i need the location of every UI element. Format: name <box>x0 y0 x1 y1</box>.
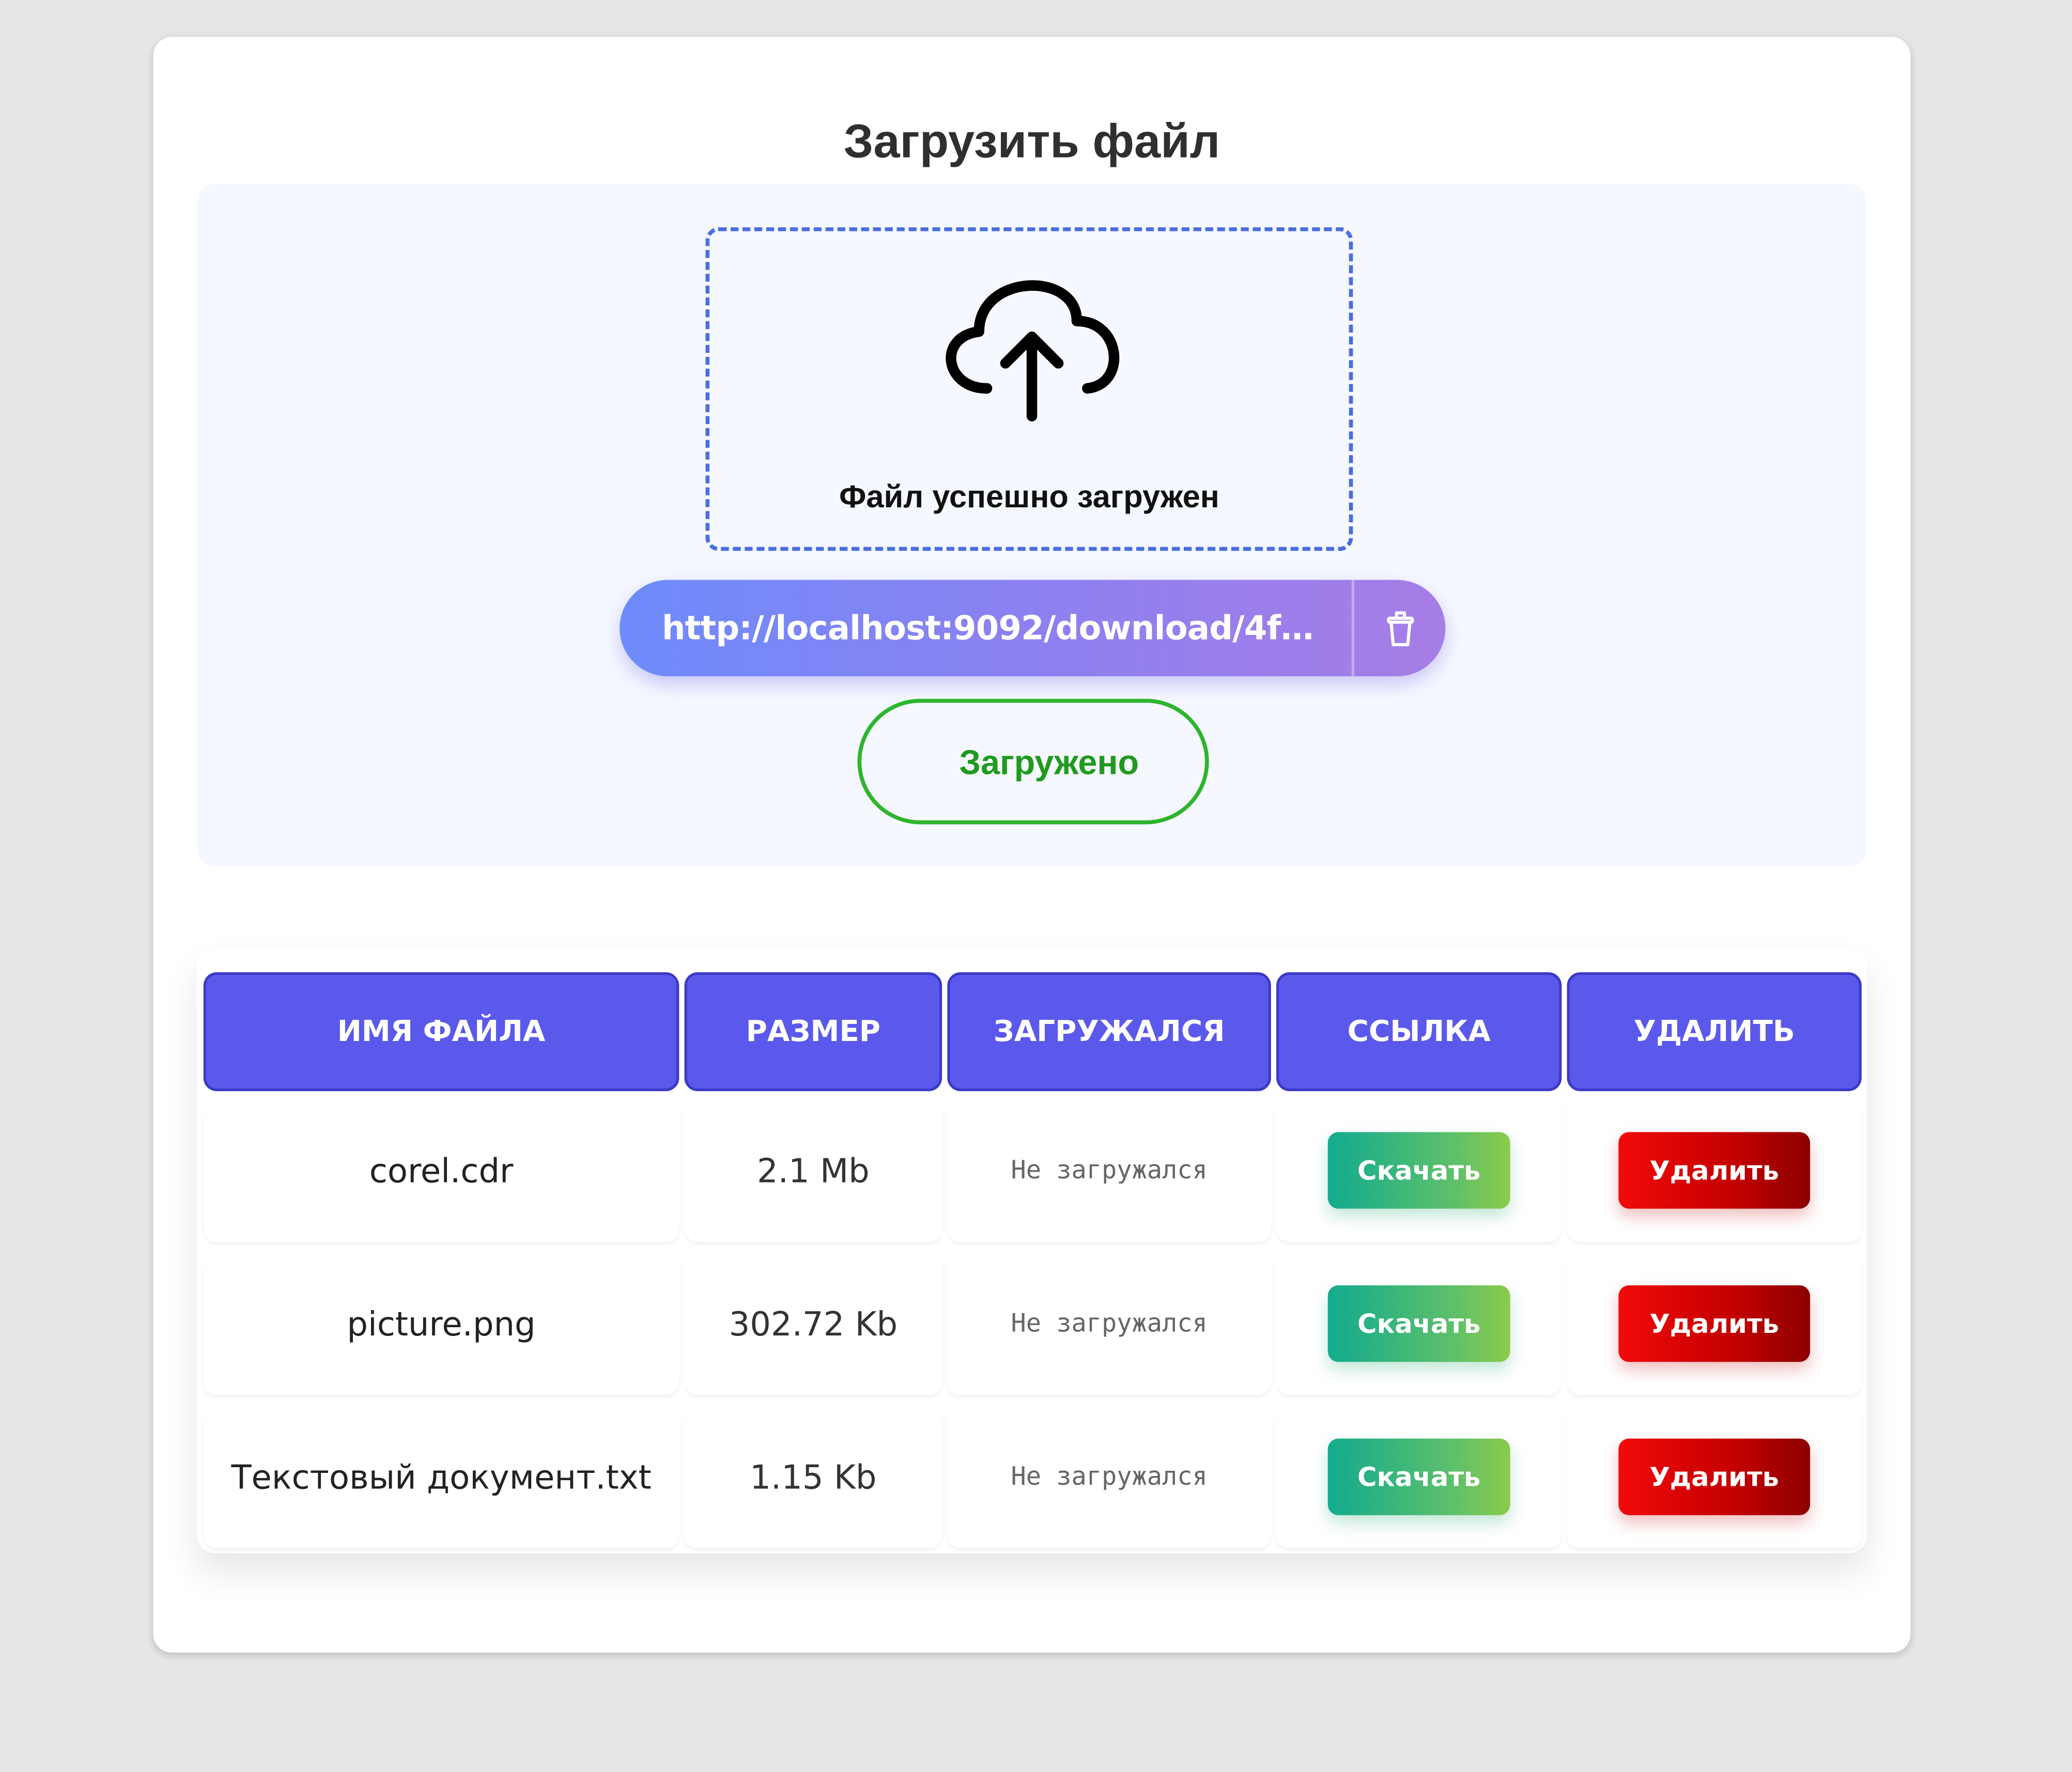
files-table: Имя файла Размер Загружался Ссылка Удали… <box>196 948 1867 1554</box>
file-name: picture.png <box>347 1304 536 1343</box>
header-file-name: Имя файла <box>203 972 679 1092</box>
table-cell-link: Скачать <box>1276 1099 1561 1241</box>
table-cell-delete: Удалить <box>1567 1252 1862 1395</box>
table-cell-delete: Удалить <box>1567 1099 1862 1241</box>
table-row: Текстовый документ.txt <box>204 1406 679 1548</box>
header-link: Ссылка <box>1276 972 1562 1092</box>
download-button[interactable]: Скачать <box>1327 1438 1510 1515</box>
table-cell-link: Скачать <box>1276 1252 1561 1395</box>
file-size: 302.72 Kb <box>729 1304 898 1343</box>
upload-card: Загрузить файл Файл успешно загружен htt… <box>153 37 1911 1653</box>
delete-button[interactable]: Удалить <box>1618 1438 1811 1515</box>
upload-status-text: Файл успешно загружен <box>839 479 1219 516</box>
stage: Загрузить файл Файл успешно загружен htt… <box>0 0 2071 1771</box>
upload-panel: Файл успешно загружен http://localhost:9… <box>196 183 1867 867</box>
download-status: Не загружался <box>1011 1309 1208 1339</box>
trash-icon <box>1386 611 1414 646</box>
upload-state-button[interactable]: Загружено <box>857 698 1209 825</box>
table-cell-downloaded: Не загружался <box>947 1099 1271 1241</box>
table-cell-size: 1.15 Kb <box>685 1406 942 1548</box>
page-title: Загрузить файл <box>843 113 1220 168</box>
file-name: corel.cdr <box>369 1151 514 1190</box>
file-size: 2.1 Mb <box>756 1151 870 1190</box>
table-row: corel.cdr <box>204 1099 679 1241</box>
table-cell-size: 302.72 Kb <box>685 1252 942 1395</box>
download-status: Не загружался <box>1011 1462 1208 1491</box>
table-cell-downloaded: Не загружался <box>947 1406 1271 1548</box>
header-size: Размер <box>684 972 942 1092</box>
header-downloaded: Загружался <box>947 972 1271 1092</box>
download-button[interactable]: Скачать <box>1327 1285 1510 1362</box>
table-cell-delete: Удалить <box>1567 1406 1862 1548</box>
file-name: Текстовый документ.txt <box>231 1457 652 1496</box>
file-size: 1.15 Kb <box>750 1457 877 1496</box>
header-delete: Удалить <box>1567 972 1862 1092</box>
download-link[interactable]: http://localhost:9092/download/4fc24... <box>662 580 1322 677</box>
cloud-upload-icon <box>946 280 1120 422</box>
file-dropzone[interactable]: Файл успешно загружен <box>705 227 1353 551</box>
table-cell-size: 2.1 Mb <box>685 1099 942 1241</box>
download-button[interactable]: Скачать <box>1327 1132 1510 1209</box>
delete-button[interactable]: Удалить <box>1618 1132 1811 1209</box>
download-status: Не загружался <box>1011 1156 1208 1185</box>
table-cell-downloaded: Не загружался <box>947 1252 1271 1395</box>
table-cell-link: Скачать <box>1276 1406 1561 1548</box>
delete-button[interactable]: Удалить <box>1618 1285 1811 1362</box>
clear-link-button[interactable] <box>1354 580 1445 677</box>
download-link-bar: http://localhost:9092/download/4fc24... <box>620 580 1446 677</box>
table-row: picture.png <box>204 1252 679 1395</box>
